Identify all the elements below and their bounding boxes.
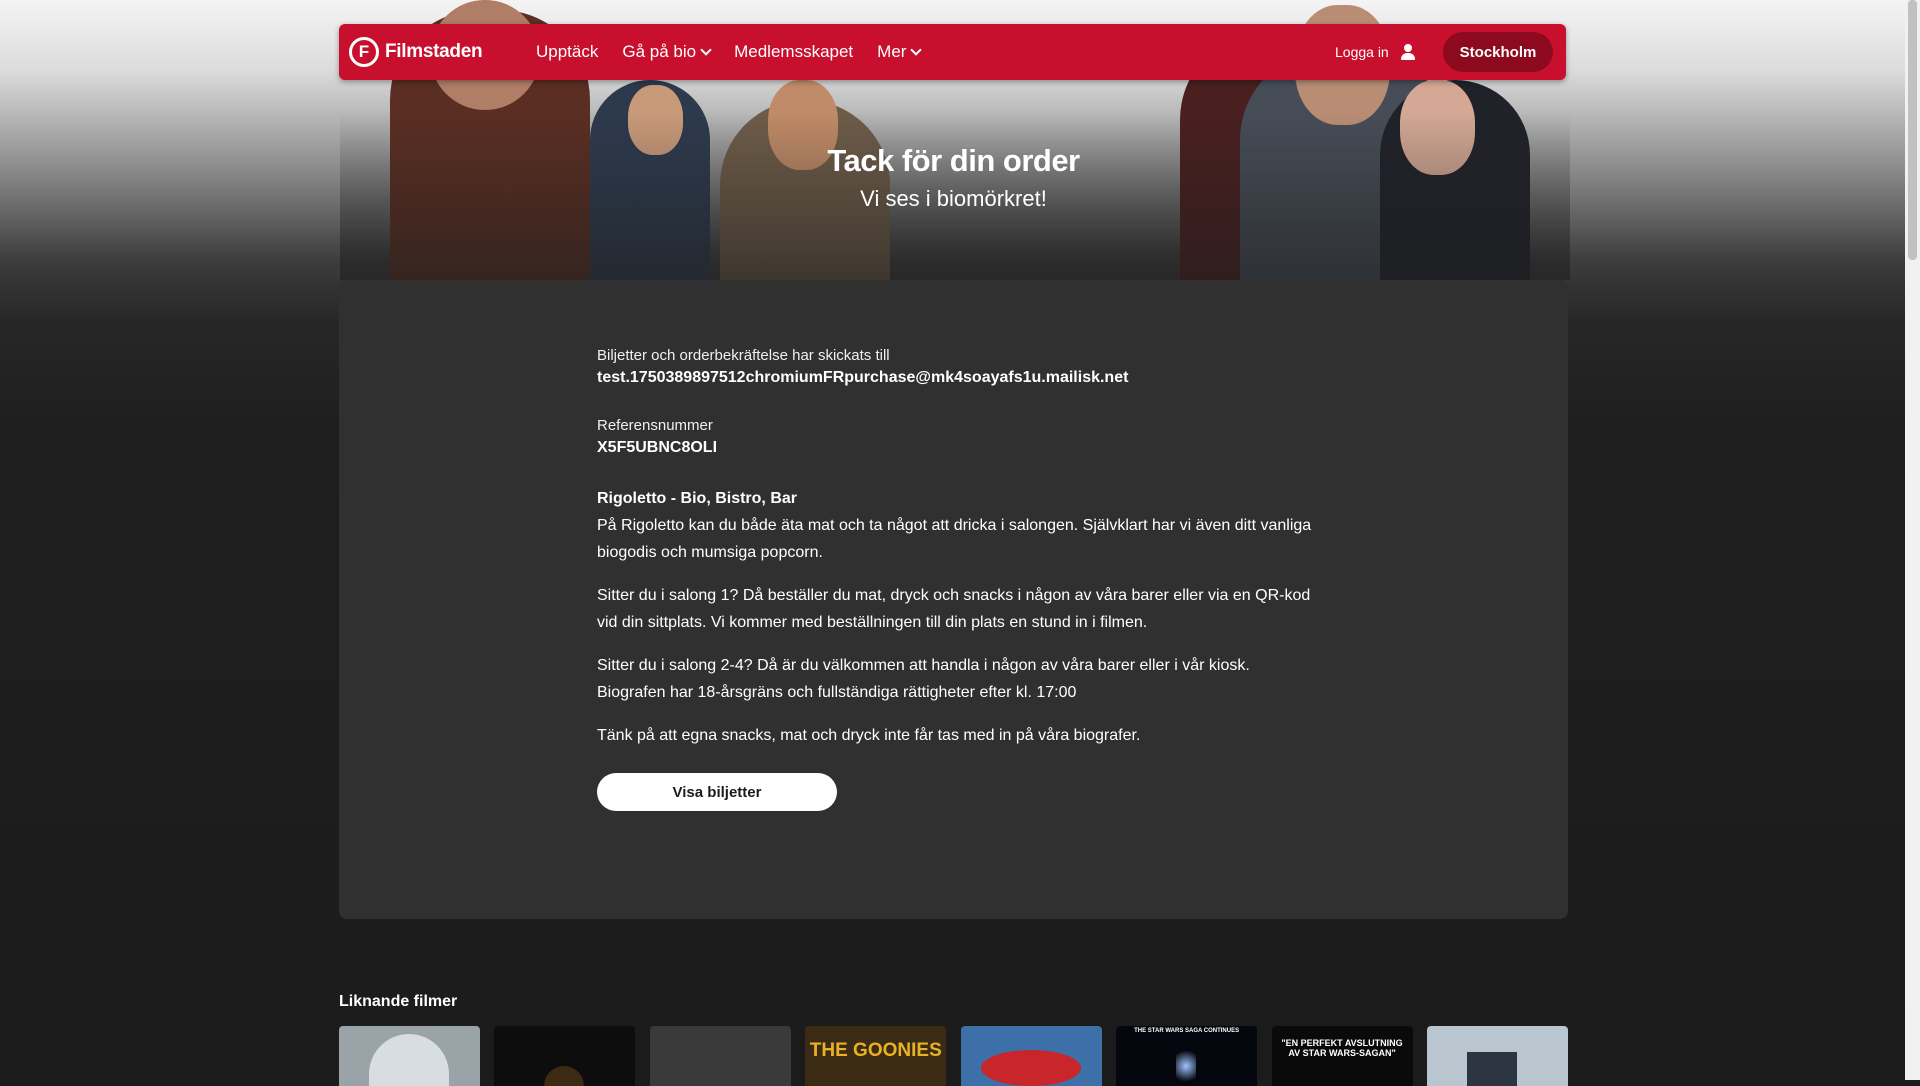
reference-block: Referensnummer X5F5UBNC8OLI xyxy=(597,415,1317,459)
show-tickets-button[interactable]: Visa biljetter xyxy=(597,773,837,811)
film-poster[interactable] xyxy=(339,1026,480,1086)
logo[interactable]: F Filmstaden xyxy=(349,35,483,69)
venue-info-paragraph: Tänk på att egna snacks, mat och dryck i… xyxy=(597,727,1141,744)
chevron-down-icon xyxy=(700,44,712,56)
order-confirmation-card: Biljetter och orderbekräftelse har skick… xyxy=(339,280,1568,919)
film-poster[interactable]: "EN PERFEKT AVSLUTNING AV STAR WARS-SAGA… xyxy=(1271,1026,1413,1086)
login-label: Logga in xyxy=(1335,44,1389,60)
order-details: Biljetter och orderbekräftelse har skick… xyxy=(597,345,1317,811)
venue-info-paragraph: På Rigoletto kan du både äta mat och ta … xyxy=(597,517,1312,561)
nav-link-mer[interactable]: Mer xyxy=(877,42,923,62)
poster-title: "EN PERFEKT AVSLUTNING AV STAR WARS-SAGA… xyxy=(1281,1038,1403,1058)
similar-films-title: Liknande filmer xyxy=(339,993,458,1010)
venue-info-paragraph: Sitter du i salong 1? Då beställer du ma… xyxy=(597,587,1311,631)
venue-info-paragraph: Sitter du i salong 2-4? Då är du välkomm… xyxy=(597,657,1250,674)
nav-link-label: Mer xyxy=(877,42,907,61)
user-icon xyxy=(1399,43,1417,61)
email-sent-label: Biljetter och orderbekräftelse har skick… xyxy=(597,347,890,364)
nav-link-label: Medlemsskapet xyxy=(734,42,854,61)
nav-link-medlemsskapet[interactable]: Medlemsskapet xyxy=(734,42,853,62)
email-block: Biljetter och orderbekräftelse har skick… xyxy=(597,345,1317,389)
film-poster[interactable] xyxy=(649,1026,791,1086)
scrollbar-thumb[interactable] xyxy=(1908,0,1917,260)
nav-links: Upptäck Gå på bio Medlemsskapet Mer xyxy=(536,24,944,80)
logo-mark: F xyxy=(349,37,379,67)
email-address: test.1750389897512chromiumFRpurchase@mk4… xyxy=(597,369,1129,386)
film-poster[interactable] xyxy=(494,1026,636,1086)
page-subtitle: Vi ses i biomörkret! xyxy=(860,186,1047,211)
city-selector-button[interactable]: Stockholm xyxy=(1443,32,1553,72)
film-poster[interactable]: THE STAR WARS SAGA CONTINUES xyxy=(1116,1026,1258,1086)
nav-link-label: Upptäck xyxy=(536,42,599,61)
logo-text: Filmstaden xyxy=(385,41,483,62)
chevron-down-icon xyxy=(910,44,923,56)
poster-title: THE GOONIES xyxy=(809,1040,942,1061)
film-poster[interactable]: THE GOONIES xyxy=(805,1026,947,1086)
reference-number: X5F5UBNC8OLI xyxy=(597,439,718,456)
reference-label: Referensnummer xyxy=(597,417,713,434)
nav-link-label: Gå på bio xyxy=(622,42,697,61)
poster-title: THE STAR WARS SAGA CONTINUES xyxy=(1134,1028,1240,1034)
nav-link-upptack[interactable]: Upptäck xyxy=(536,42,598,62)
page-title: Tack för din order xyxy=(827,143,1080,178)
venue-info-paragraph: Biografen har 18-årsgräns och fullständi… xyxy=(597,684,1077,701)
login-link[interactable]: Logga in xyxy=(1335,24,1417,80)
nav-link-ga-pa-bio[interactable]: Gå på bio xyxy=(622,42,712,62)
navbar: F Filmstaden Upptäck Gå på bio Medlemssk… xyxy=(339,24,1566,80)
film-poster[interactable] xyxy=(1426,1026,1568,1086)
similar-films-list: THE GOONIES THE STAR WARS SAGA CONTINUES… xyxy=(339,1026,1568,1086)
film-poster[interactable] xyxy=(960,1026,1102,1086)
scrollbar[interactable] xyxy=(1905,0,1920,1080)
venue-title: Rigoletto - Bio, Bistro, Bar xyxy=(597,490,797,507)
